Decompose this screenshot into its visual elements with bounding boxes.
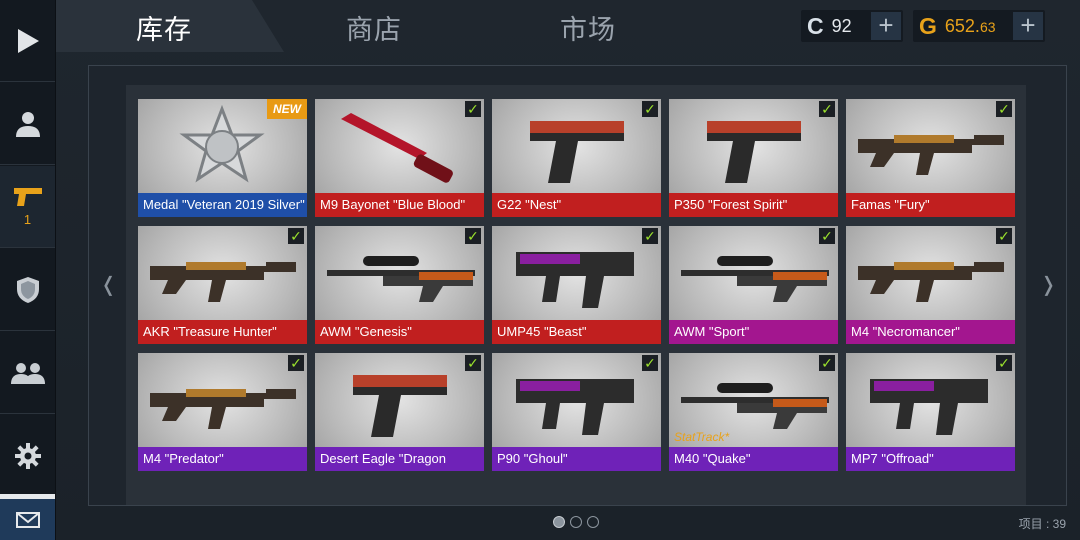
- inventory-item-card[interactable]: ✓ AWM "Genesis": [315, 226, 484, 344]
- page-dot[interactable]: [587, 516, 599, 528]
- inventory-item-card[interactable]: ✓ M4 "Necromancer": [846, 226, 1015, 344]
- knife-icon: [341, 113, 453, 183]
- inventory-item-card[interactable]: ✓ P90 "Ghoul": [492, 353, 661, 471]
- equipped-checkmark-icon: ✓: [288, 355, 304, 371]
- sidebar-item-settings[interactable]: [0, 415, 55, 497]
- item-name-label: P90 "Ghoul": [492, 447, 661, 471]
- rifle-icon: [150, 262, 296, 302]
- item-name-label: Desert Eagle "Dragon: [315, 447, 484, 471]
- inventory-count: 1: [23, 212, 32, 227]
- smg-icon: [516, 252, 634, 308]
- sidebar-item-profile[interactable]: [0, 83, 55, 165]
- inventory-item-card[interactable]: ✓ Famas "Fury": [846, 99, 1015, 217]
- items-count: 项目 : 39: [1018, 517, 1066, 531]
- equipped-checkmark-icon: ✓: [996, 355, 1012, 371]
- sidebar-item-play[interactable]: [0, 0, 55, 82]
- pistol-icon: [353, 375, 447, 437]
- credits-value: 92: [831, 15, 852, 36]
- mail-button[interactable]: [0, 494, 55, 540]
- inventory-item-card[interactable]: ✓ UMP45 "Beast": [492, 226, 661, 344]
- inventory-item-card[interactable]: ✓ P350 "Forest Spirit": [669, 99, 838, 217]
- item-name-label: M4 "Necromancer": [846, 320, 1015, 344]
- add-credits-button[interactable]: +: [871, 12, 901, 40]
- shield-icon: [16, 276, 39, 303]
- item-name-label: MP7 "Offroad": [846, 447, 1015, 471]
- pistol-icon: [530, 121, 624, 183]
- tab-inventory[interactable]: 库存: [136, 8, 192, 47]
- top-tab-bar: 库存 商店 市场 C 92 + G 652.63 +: [56, 0, 1080, 52]
- equipped-checkmark-icon: ✓: [819, 228, 835, 244]
- equipped-checkmark-icon: ✓: [642, 101, 658, 117]
- equipped-checkmark-icon: ✓: [465, 355, 481, 371]
- rifle-icon: [858, 135, 1004, 175]
- sidebar: 1: [0, 0, 56, 540]
- pistol-icon: [707, 121, 801, 183]
- friends-icon: [10, 362, 45, 384]
- equipped-checkmark-icon: ✓: [642, 228, 658, 244]
- equipped-checkmark-icon: ✓: [465, 101, 481, 117]
- tab-market[interactable]: 市场: [560, 8, 616, 47]
- inventory-item-card[interactable]: ✓ Desert Eagle "Dragon: [315, 353, 484, 471]
- play-icon: [17, 28, 39, 53]
- smg-icon: [870, 379, 988, 435]
- inventory-item-card[interactable]: ✓ M9 Bayonet "Blue Blood": [315, 99, 484, 217]
- stattrack-label: StatTrack*: [674, 430, 730, 444]
- item-name-label: AKR "Treasure Hunter": [138, 320, 307, 344]
- item-name-label: M9 Bayonet "Blue Blood": [315, 193, 484, 217]
- tab-shop[interactable]: 商店: [346, 8, 402, 47]
- equipped-checkmark-icon: ✓: [996, 101, 1012, 117]
- item-name-label: AWM "Sport": [669, 320, 838, 344]
- equipped-checkmark-icon: ✓: [642, 355, 658, 371]
- pistol-icon: [13, 188, 42, 206]
- sidebar-item-friends[interactable]: [0, 332, 55, 414]
- item-name-label: Medal "Veteran 2019 Silver": [138, 193, 307, 217]
- inventory-item-card[interactable]: NEW Medal "Veteran 2019 Silver": [138, 99, 307, 217]
- item-name-label: AWM "Genesis": [315, 320, 484, 344]
- inventory-item-card[interactable]: ✓ AWM "Sport": [669, 226, 838, 344]
- inventory-item-card[interactable]: ✓ AKR "Treasure Hunter": [138, 226, 307, 344]
- page-indicator: [553, 516, 599, 528]
- sniper-icon: [327, 256, 475, 302]
- gold-balance: G 652.63 +: [913, 10, 1045, 42]
- inventory-item-card[interactable]: ✓ G22 "Nest": [492, 99, 661, 217]
- next-page-arrow[interactable]: ❭: [1040, 272, 1057, 297]
- rifle-icon: [150, 389, 296, 429]
- item-name-label: M40 "Quake": [669, 447, 838, 471]
- gold-icon: G: [919, 12, 937, 39]
- item-name-label: UMP45 "Beast": [492, 320, 661, 344]
- equipped-checkmark-icon: ✓: [465, 228, 481, 244]
- inventory-item-card[interactable]: ✓ M4 "Predator": [138, 353, 307, 471]
- gear-icon: [14, 442, 41, 469]
- sniper-icon: [681, 256, 829, 302]
- credits-icon: C: [807, 12, 824, 39]
- gold-value: 652.63: [944, 15, 996, 36]
- equipped-checkmark-icon: ✓: [288, 228, 304, 244]
- inventory-item-card[interactable]: ✓ StatTrack* M40 "Quake": [669, 353, 838, 471]
- page-dot[interactable]: [553, 516, 565, 528]
- sidebar-item-inventory[interactable]: 1: [0, 166, 55, 248]
- mail-icon: [15, 511, 40, 528]
- item-name-label: P350 "Forest Spirit": [669, 193, 838, 217]
- inventory-item-card[interactable]: ✓ MP7 "Offroad": [846, 353, 1015, 471]
- user-icon: [15, 111, 40, 137]
- rifle-icon: [858, 262, 1004, 302]
- item-name-label: M4 "Predator": [138, 447, 307, 471]
- page-dot[interactable]: [570, 516, 582, 528]
- add-gold-button[interactable]: +: [1013, 12, 1043, 40]
- item-name-label: Famas "Fury": [846, 193, 1015, 217]
- equipped-checkmark-icon: ✓: [996, 228, 1012, 244]
- equipped-checkmark-icon: ✓: [819, 355, 835, 371]
- smg-icon: [516, 379, 634, 435]
- sidebar-item-clan[interactable]: [0, 249, 55, 331]
- previous-page-arrow[interactable]: ❬: [100, 272, 117, 297]
- credits-balance: C 92 +: [801, 10, 903, 42]
- inventory-screen: 1 库存 商店 市场 C 92 + G 652.63 + ❬ ❭ NEW Med…: [0, 0, 1080, 540]
- new-badge: NEW: [267, 99, 307, 119]
- equipped-checkmark-icon: ✓: [819, 101, 835, 117]
- item-name-label: G22 "Nest": [492, 193, 661, 217]
